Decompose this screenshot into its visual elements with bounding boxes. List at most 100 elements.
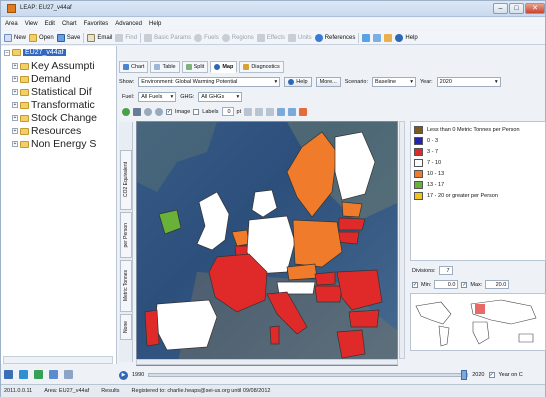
map-tool-icon[interactable] — [255, 107, 264, 116]
help-small-button[interactable]: Help — [284, 77, 312, 87]
fuel-dropdown[interactable]: All Fuels ▾ — [138, 91, 177, 102]
email-button[interactable]: Email — [87, 33, 112, 42]
min-field[interactable]: 0.0 — [434, 280, 459, 289]
expand-icon[interactable]: + — [12, 63, 18, 69]
tree-item-transformation[interactable]: + Transformatic — [12, 99, 95, 111]
map-tool-icon[interactable] — [266, 107, 275, 116]
year-on-checkbox[interactable]: ✓ — [488, 372, 495, 378]
basic-params-button[interactable]: Basic Params — [144, 33, 191, 42]
find-button[interactable]: Find — [115, 33, 137, 42]
country-poland[interactable] — [292, 219, 343, 268]
tab-chart[interactable]: Chart — [119, 61, 149, 73]
map-select-icon[interactable] — [133, 107, 141, 116]
show-dropdown[interactable]: Environment: Global Warming Potential ▾ — [138, 77, 281, 87]
country-portugal[interactable] — [144, 309, 160, 347]
tree-item-resources[interactable]: + Resources — [12, 125, 81, 137]
more-button[interactable]: More... — [315, 77, 341, 87]
pin-icon[interactable] — [64, 370, 73, 379]
zoom-out-icon[interactable] — [155, 107, 163, 116]
toolbar-box-button[interactable] — [384, 33, 393, 42]
tab-none[interactable]: None — [120, 314, 132, 340]
tab-per-person[interactable]: per Person — [120, 212, 132, 258]
map-pan-icon[interactable] — [122, 107, 130, 116]
help-button[interactable]: Help — [395, 33, 418, 42]
chart-icon[interactable] — [19, 370, 28, 379]
expand-icon[interactable]: + — [12, 141, 18, 147]
country-bulgaria[interactable] — [348, 309, 380, 328]
year-slider-thumb[interactable] — [461, 370, 468, 380]
toolbar-arrow-button[interactable] — [362, 33, 371, 42]
year-dropdown[interactable]: 2020 ▾ — [436, 77, 501, 87]
menu-area[interactable]: Area — [5, 21, 18, 27]
toolbar-window-button[interactable] — [373, 33, 382, 42]
map-view[interactable] — [136, 121, 398, 366]
year-slider[interactable] — [148, 370, 469, 380]
new-button[interactable]: New — [4, 33, 26, 42]
map-horizontal-scrollbar[interactable] — [136, 359, 398, 365]
country-slovakia[interactable] — [314, 271, 336, 286]
collapse-icon[interactable]: – — [4, 49, 10, 56]
expand-icon[interactable]: + — [12, 102, 18, 108]
menu-advanced[interactable]: Advanced — [115, 21, 142, 27]
tree-item-stock-changes[interactable]: + Stock Change — [12, 112, 97, 124]
scenario-dropdown[interactable]: Baseline ▾ — [371, 77, 416, 87]
tree-root[interactable]: – EU27_v44af — [4, 49, 66, 56]
expand-icon[interactable]: + — [12, 115, 18, 121]
open-button[interactable]: Open — [29, 33, 54, 42]
country-uk[interactable] — [196, 191, 230, 251]
zoom-in-icon[interactable] — [144, 107, 152, 116]
country-spain[interactable] — [154, 299, 218, 351]
tree-item-statistical-differences[interactable]: + Statistical Dif — [12, 86, 92, 98]
menu-view[interactable]: View — [25, 21, 38, 27]
filter-icon[interactable] — [49, 370, 58, 379]
menu-edit[interactable]: Edit — [45, 21, 55, 27]
expand-icon[interactable]: + — [12, 128, 18, 134]
minimize-button[interactable]: – — [493, 3, 508, 14]
country-hungary[interactable] — [314, 285, 343, 303]
country-netherlands[interactable] — [231, 229, 250, 247]
country-sweden[interactable] — [286, 131, 338, 218]
max-checkbox[interactable]: ✓ — [461, 281, 468, 288]
tree-item-key-assumptions[interactable]: + Key Assumpti — [12, 60, 95, 72]
map-vertical-scrollbar[interactable] — [399, 121, 405, 359]
map-tool-icon[interactable] — [244, 107, 253, 116]
tab-split[interactable]: Split — [181, 61, 209, 73]
effects-button[interactable]: Effects — [256, 33, 285, 42]
tab-map[interactable]: Map — [210, 61, 238, 73]
tree-item-non-energy[interactable]: + Non Energy S — [12, 138, 96, 150]
country-sardinia[interactable] — [269, 325, 280, 345]
country-estonia[interactable] — [341, 201, 363, 218]
world-minimap[interactable] — [410, 293, 546, 351]
country-greece[interactable] — [336, 329, 366, 359]
export-icon[interactable] — [299, 107, 308, 116]
tab-co2-equivalent[interactable]: CO2 Equivalent — [120, 150, 132, 210]
close-button[interactable]: ✕ — [525, 3, 545, 14]
menu-favorites[interactable]: Favorites — [84, 21, 109, 27]
image-checkbox[interactable]: ✓ — [166, 108, 172, 115]
copy-icon[interactable] — [277, 107, 286, 116]
menu-help[interactable]: Help — [149, 21, 161, 27]
tab-table[interactable]: Table — [150, 61, 180, 73]
country-denmark[interactable] — [251, 189, 278, 218]
min-checkbox[interactable]: ✓ — [412, 281, 418, 288]
ghg-dropdown[interactable]: All GHGs ▾ — [198, 91, 243, 102]
play-icon[interactable]: ▶ — [119, 370, 128, 380]
grid-icon[interactable] — [34, 370, 43, 379]
fuels-button[interactable]: Fuels — [194, 33, 219, 42]
tab-metric-tonnes[interactable]: Metric Tonnes — [120, 260, 132, 312]
tab-diagnostics[interactable]: Diagnostics — [239, 61, 284, 73]
view-icon[interactable] — [4, 370, 13, 379]
maximize-button[interactable]: □ — [509, 3, 524, 14]
units-button[interactable]: Units — [288, 33, 312, 42]
country-latvia[interactable] — [338, 217, 366, 231]
divisions-spinner[interactable]: 7 — [438, 266, 453, 275]
country-ireland[interactable] — [158, 209, 182, 235]
tree-horizontal-scrollbar[interactable] — [3, 356, 113, 364]
tree-item-demand[interactable]: + Demand — [12, 73, 71, 85]
labels-checkbox[interactable] — [193, 108, 200, 115]
expand-icon[interactable]: + — [12, 89, 18, 95]
menu-chart[interactable]: Chart — [62, 21, 77, 27]
print-icon[interactable] — [288, 107, 297, 116]
save-button[interactable]: Save — [56, 33, 80, 42]
expand-icon[interactable]: + — [12, 76, 18, 82]
